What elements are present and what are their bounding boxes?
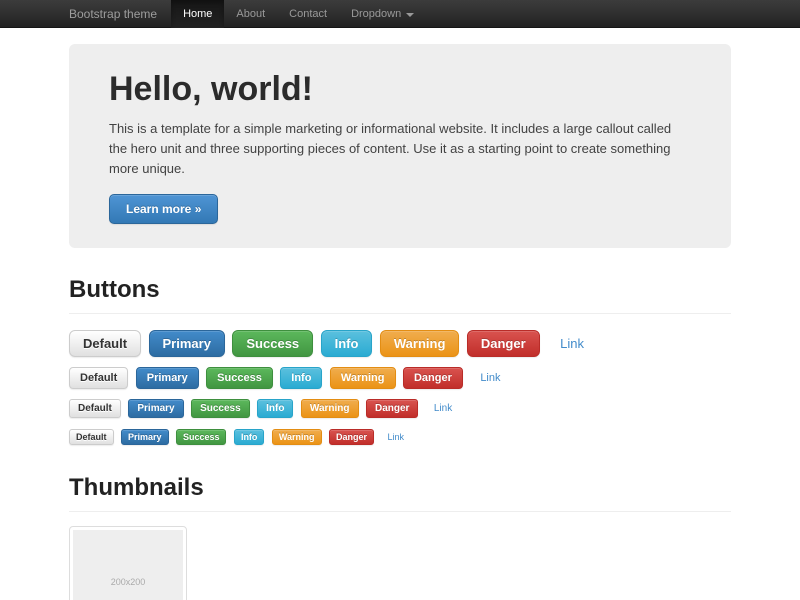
navbar: Bootstrap theme Home About Contact Dropd… — [0, 0, 800, 28]
primary-button-xs[interactable]: Primary — [121, 429, 169, 445]
nav-item-about-label: About — [236, 0, 265, 28]
info-button-lg[interactable]: Info — [321, 330, 373, 357]
default-button-lg[interactable]: Default — [69, 330, 141, 357]
warning-button-lg[interactable]: Warning — [380, 330, 460, 357]
danger-button-sm[interactable]: Danger — [366, 399, 418, 418]
info-button-sm[interactable]: Info — [257, 399, 293, 418]
info-button-xs[interactable]: Info — [234, 429, 265, 445]
thumbnails-section-heading: Thumbnails — [69, 474, 731, 512]
button-row-xsmall: Default Primary Success Info Warning Dan… — [69, 428, 731, 446]
chevron-down-icon — [406, 13, 414, 17]
success-button-lg[interactable]: Success — [232, 330, 313, 357]
warning-button-sm[interactable]: Warning — [301, 399, 359, 418]
nav-item-contact[interactable]: Contact — [277, 0, 339, 28]
nav-item-about[interactable]: About — [224, 0, 277, 28]
default-button-sm[interactable]: Default — [69, 399, 121, 418]
info-button-md[interactable]: Info — [280, 367, 322, 389]
warning-button-xs[interactable]: Warning — [272, 429, 322, 445]
hero-unit: Hello, world! This is a template for a s… — [69, 44, 731, 248]
default-button-md[interactable]: Default — [69, 367, 128, 389]
button-row-large: Default Primary Success Info Warning Dan… — [69, 330, 731, 357]
hero-description: This is a template for a simple marketin… — [109, 119, 691, 179]
learn-more-button[interactable]: Learn more » — [109, 194, 218, 224]
hero-title: Hello, world! — [109, 70, 691, 109]
thumbnail-placeholder-image: 200x200 — [73, 530, 183, 600]
primary-button-md[interactable]: Primary — [136, 367, 199, 389]
warning-button-md[interactable]: Warning — [330, 367, 396, 389]
nav-item-dropdown-label: Dropdown — [351, 0, 401, 28]
default-button-xs[interactable]: Default — [69, 429, 114, 445]
nav-item-home[interactable]: Home — [171, 0, 224, 28]
link-button-sm[interactable]: Link — [426, 400, 460, 417]
navbar-nav: Home About Contact Dropdown — [171, 0, 426, 28]
button-row-small: Default Primary Success Info Warning Dan… — [69, 399, 731, 418]
danger-button-md[interactable]: Danger — [403, 367, 463, 389]
link-button-xs[interactable]: Link — [381, 430, 410, 444]
primary-button-sm[interactable]: Primary — [128, 399, 183, 418]
buttons-section-heading: Buttons — [69, 276, 731, 314]
nav-item-home-label: Home — [183, 0, 212, 28]
danger-button-xs[interactable]: Danger — [329, 429, 374, 445]
success-button-xs[interactable]: Success — [176, 429, 227, 445]
success-button-sm[interactable]: Success — [191, 399, 250, 418]
nav-item-dropdown[interactable]: Dropdown — [339, 0, 426, 28]
success-button-md[interactable]: Success — [206, 367, 273, 389]
thumbnail[interactable]: 200x200 — [69, 526, 187, 600]
danger-button-lg[interactable]: Danger — [467, 330, 540, 357]
link-button-lg[interactable]: Link — [547, 331, 597, 356]
primary-button-lg[interactable]: Primary — [149, 330, 225, 357]
button-row-default: Default Primary Success Info Warning Dan… — [69, 367, 731, 389]
nav-item-contact-label: Contact — [289, 0, 327, 28]
link-button-md[interactable]: Link — [470, 368, 510, 388]
navbar-brand[interactable]: Bootstrap theme — [69, 0, 171, 28]
